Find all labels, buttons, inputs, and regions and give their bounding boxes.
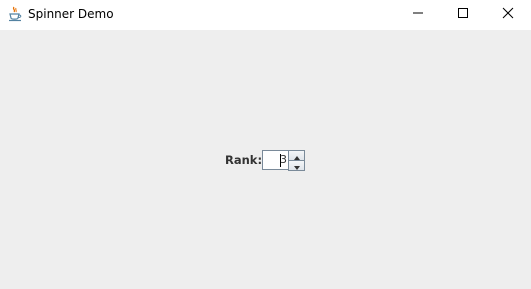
content-pane: Rank: 3: [0, 30, 531, 289]
maximize-button[interactable]: [440, 0, 486, 30]
maximize-icon: [457, 6, 469, 24]
close-button[interactable]: [485, 0, 531, 30]
spinner-demo-window: Spinner Demo Rank: 3: [0, 0, 531, 289]
rank-value[interactable]: 3: [280, 153, 287, 166]
window-title: Spinner Demo: [28, 7, 114, 21]
minimize-button[interactable]: [395, 0, 441, 30]
title-bar[interactable]: Spinner Demo: [0, 0, 531, 30]
rank-spinner[interactable]: 3: [262, 150, 305, 171]
spinner-decrement-button[interactable]: [288, 160, 305, 171]
rank-label: Rank:: [225, 153, 263, 167]
minimize-icon: [412, 6, 424, 24]
java-cup-icon[interactable]: [7, 6, 23, 22]
rank-spinner-field[interactable]: 3: [262, 150, 290, 170]
chevron-down-icon: [293, 157, 300, 175]
close-icon: [502, 6, 514, 24]
